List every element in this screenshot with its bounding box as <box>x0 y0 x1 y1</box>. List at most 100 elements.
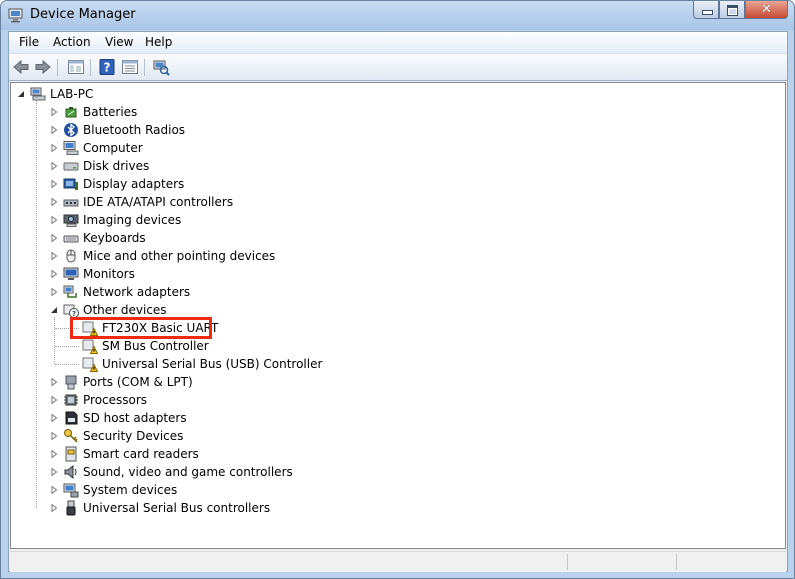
tree-item-label: Smart card readers <box>83 447 199 461</box>
ide-controller-icon <box>63 199 79 207</box>
status-bar <box>10 551 786 572</box>
tree-item-label: Disk drives <box>83 159 150 173</box>
expand-arrow-icon[interactable] <box>50 432 58 440</box>
expand-arrow-icon[interactable] <box>50 468 58 476</box>
computer-icon <box>63 141 79 155</box>
expand-arrow-icon[interactable] <box>50 234 58 242</box>
tree-connector-line <box>36 97 37 508</box>
speaker-icon <box>64 464 77 480</box>
window-controls: ✕ <box>693 1 788 20</box>
expand-arrow-icon[interactable] <box>50 288 58 296</box>
key-icon <box>64 429 78 443</box>
tree-connector-line <box>55 346 79 347</box>
expand-arrow-icon[interactable] <box>50 108 58 116</box>
menu-help[interactable]: Help <box>145 35 172 49</box>
forward-icon[interactable] <box>34 58 52 76</box>
minimize-button[interactable] <box>693 1 719 19</box>
tree-connector-line <box>54 317 55 364</box>
toolbar-separator <box>57 59 58 76</box>
close-button[interactable]: ✕ <box>745 1 788 19</box>
keyboard-icon <box>63 235 79 243</box>
maximize-icon <box>727 5 738 16</box>
collapse-arrow-icon[interactable] <box>17 90 25 98</box>
root-label: LAB-PC <box>50 87 94 101</box>
status-separator <box>567 554 568 570</box>
window-title: Device Manager <box>30 7 136 22</box>
tree-item-label: IDE ATA/ATAPI controllers <box>83 195 234 209</box>
display-adapter-icon <box>63 178 78 190</box>
tree-item-label: Network adapters <box>83 285 191 299</box>
tree-item-label: Sound, video and game controllers <box>83 465 293 479</box>
smart-card-icon <box>65 446 77 462</box>
expand-arrow-icon[interactable] <box>50 270 58 278</box>
title-bar[interactable]: Device Manager ✕ <box>1 1 794 30</box>
device-manager-icon <box>8 8 23 23</box>
expand-arrow-icon[interactable] <box>50 396 58 404</box>
camera-icon <box>63 214 79 227</box>
expand-arrow-icon[interactable] <box>50 216 58 224</box>
tree-item-label: Imaging devices <box>83 213 182 227</box>
tree-item-label: Other devices <box>83 303 167 317</box>
help-icon[interactable]: ? <box>98 58 116 76</box>
tree-connector-line <box>55 364 79 365</box>
status-separator <box>676 554 677 570</box>
toolbar: ? <box>9 54 787 81</box>
battery-icon <box>65 107 77 118</box>
expand-arrow-icon[interactable] <box>50 162 58 170</box>
system-device-icon <box>63 483 79 498</box>
tree-item-label: Universal Serial Bus (USB) Controller <box>102 357 323 371</box>
device-tree[interactable]: LAB-PC Batteries Bluetooth Radios Computer… <box>10 82 786 549</box>
expand-arrow-icon[interactable] <box>50 126 58 134</box>
processor-icon <box>64 394 78 406</box>
mouse-icon <box>66 249 76 263</box>
expand-arrow-icon[interactable] <box>50 252 58 260</box>
tree-item-label: Bluetooth Radios <box>83 123 186 137</box>
scan-hardware-icon[interactable] <box>152 58 170 76</box>
menu-file[interactable]: File <box>19 35 39 49</box>
tree-item-label: Mice and other pointing devices <box>83 249 276 263</box>
tree-item-label: SD host adapters <box>83 411 187 425</box>
menu-action[interactable]: Action <box>53 35 91 49</box>
monitor-icon <box>63 267 79 280</box>
expand-arrow-icon[interactable] <box>50 144 58 152</box>
tree-item-label: Security Devices <box>83 429 184 443</box>
sd-adapter-icon <box>65 411 78 425</box>
svg-text:?: ? <box>104 61 111 75</box>
back-icon[interactable] <box>12 58 30 76</box>
tree-item-label: Monitors <box>83 267 135 281</box>
maximize-button[interactable] <box>719 1 745 19</box>
minimize-icon <box>702 10 713 15</box>
usb-icon <box>66 500 76 516</box>
expand-arrow-icon[interactable] <box>50 378 58 386</box>
warning-device-icon <box>82 339 98 354</box>
close-icon: ✕ <box>761 2 772 17</box>
tree-item-label: Processors <box>83 393 148 407</box>
show-hide-console-tree-icon[interactable] <box>67 58 85 76</box>
properties-icon[interactable] <box>121 58 139 76</box>
tree-item-label: Batteries <box>83 105 138 119</box>
tree-item-label: Computer <box>83 141 143 155</box>
network-adapter-icon <box>63 285 77 298</box>
collapse-arrow-icon[interactable] <box>50 306 58 314</box>
tree-item-label: Ports (COM & LPT) <box>83 375 193 389</box>
unknown-device-icon: ? <box>63 304 79 318</box>
expand-arrow-icon[interactable] <box>50 198 58 206</box>
client-area: File Action View Help ? LAB-PC Batteries… <box>8 31 788 572</box>
expand-arrow-icon[interactable] <box>50 486 58 494</box>
menu-view[interactable]: View <box>105 35 133 49</box>
menu-bar: File Action View Help <box>9 32 787 54</box>
expand-arrow-icon[interactable] <box>50 450 58 458</box>
disk-drive-icon <box>63 162 79 171</box>
toolbar-separator <box>144 59 145 76</box>
expand-arrow-icon[interactable] <box>50 180 58 188</box>
toolbar-separator <box>90 59 91 76</box>
tree-item-label: Universal Serial Bus controllers <box>83 501 271 515</box>
expand-arrow-icon[interactable] <box>50 504 58 512</box>
tree-item-label: SM Bus Controller <box>102 339 209 353</box>
highlight-annotation <box>70 317 212 339</box>
device-manager-window: Device Manager ✕ File Action View Help ?… <box>0 0 795 579</box>
expand-arrow-icon[interactable] <box>50 414 58 422</box>
tree-item-label: System devices <box>83 483 178 497</box>
warning-device-icon <box>82 357 98 372</box>
tree-item-label: Keyboards <box>83 231 146 245</box>
